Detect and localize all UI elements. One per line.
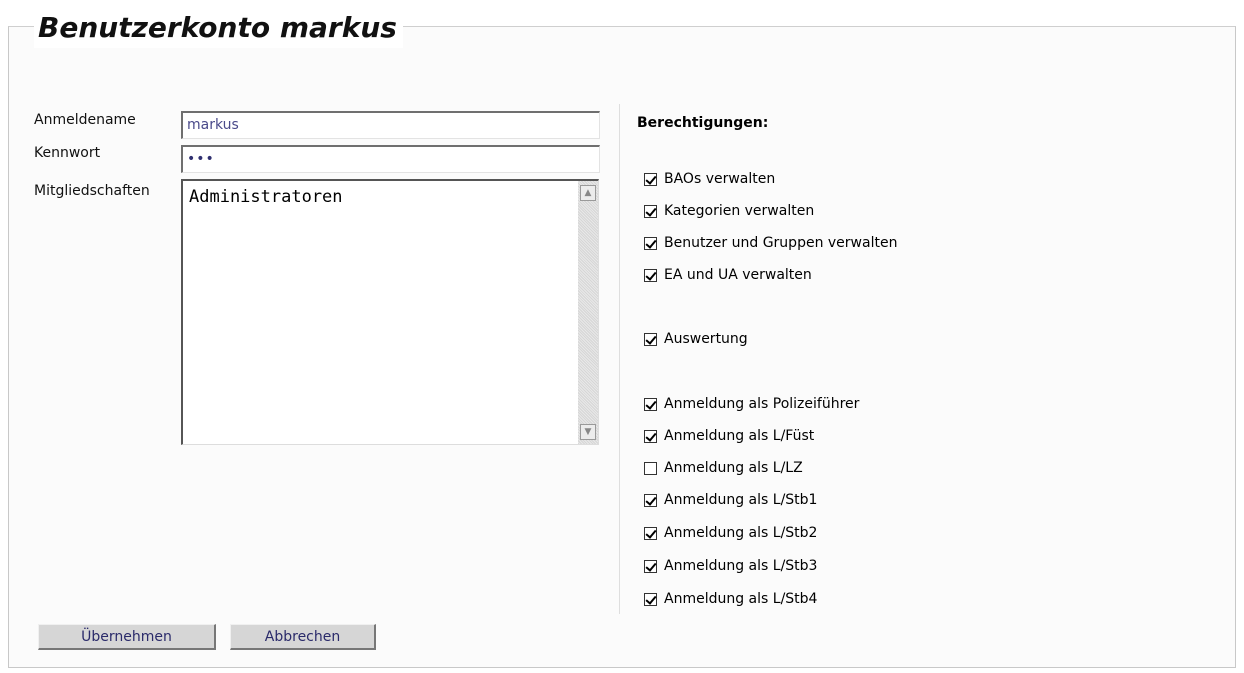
checkbox[interactable] (644, 493, 657, 507)
apply-button[interactable]: Übernehmen (38, 624, 216, 650)
cancel-button[interactable]: Abbrechen (230, 624, 376, 650)
list-item[interactable]: Administratoren (189, 187, 343, 207)
checkbox[interactable] (644, 461, 657, 475)
checkbox[interactable] (644, 429, 657, 443)
scroll-up-arrow-icon[interactable]: ▲ (580, 185, 596, 201)
permission-label: Anmeldung als L/Stb1 (664, 492, 818, 508)
permission-l-fuest[interactable]: Anmeldung als L/Füst (644, 426, 814, 446)
memberships-label: Mitgliedschaften (34, 183, 150, 199)
permission-label: EA und UA verwalten (664, 267, 812, 283)
scroll-down-arrow-icon[interactable]: ▼ (580, 424, 596, 440)
permission-label: Auswertung (664, 331, 748, 347)
permission-l-stb4[interactable]: Anmeldung als L/Stb4 (644, 589, 817, 609)
password-label: Kennwort (34, 145, 101, 161)
password-value: ••• (187, 151, 215, 167)
checkbox[interactable] (644, 332, 657, 346)
permission-label: Anmeldung als L/Stb4 (664, 591, 818, 607)
permissions-title: Berechtigungen: (637, 115, 769, 131)
username-value: markus (187, 117, 239, 133)
checkbox[interactable] (644, 268, 657, 282)
permission-label: Kategorien verwalten (664, 203, 815, 219)
permission-label: Anmeldung als Polizeiführer (664, 396, 860, 412)
permission-label: Anmeldung als L/Stb3 (664, 558, 818, 574)
permission-kategorien-verwalten[interactable]: Kategorien verwalten (644, 201, 814, 221)
permission-benutzer-gruppen-verwalten[interactable]: Benutzer und Gruppen verwalten (644, 233, 897, 253)
permission-label: BAOs verwalten (664, 171, 776, 187)
permission-l-stb2[interactable]: Anmeldung als L/Stb2 (644, 523, 817, 543)
checkbox[interactable] (644, 592, 657, 606)
column-divider (619, 104, 620, 614)
permission-l-lz[interactable]: Anmeldung als L/LZ (644, 458, 803, 478)
page-title: Benutzerkonto markus (34, 8, 403, 48)
checkbox[interactable] (644, 172, 657, 186)
checkbox[interactable] (644, 526, 657, 540)
checkbox[interactable] (644, 236, 657, 250)
permission-label: Anmeldung als L/Füst (664, 428, 815, 444)
permission-bao-verwalten[interactable]: BAOs verwalten (644, 169, 775, 189)
permission-l-stb3[interactable]: Anmeldung als L/Stb3 (644, 556, 817, 576)
permission-l-stb1[interactable]: Anmeldung als L/Stb1 (644, 490, 817, 510)
username-label: Anmeldename (34, 112, 136, 128)
permission-label: Anmeldung als L/LZ (664, 460, 803, 476)
listbox-scrollbar[interactable]: ▲ ▼ (578, 181, 598, 444)
permission-ea-ua-verwalten[interactable]: EA und UA verwalten (644, 265, 812, 285)
checkbox[interactable] (644, 559, 657, 573)
password-input[interactable]: ••• (181, 145, 600, 173)
memberships-listbox[interactable]: Administratoren ▲ ▼ (181, 179, 599, 445)
permission-label: Benutzer und Gruppen verwalten (664, 235, 898, 251)
permission-auswertung[interactable]: Auswertung (644, 329, 748, 349)
checkbox[interactable] (644, 397, 657, 411)
permission-polizeifuehrer[interactable]: Anmeldung als Polizeiführer (644, 394, 859, 414)
username-input[interactable]: markus (181, 111, 600, 139)
checkbox[interactable] (644, 204, 657, 218)
permission-label: Anmeldung als L/Stb2 (664, 525, 818, 541)
